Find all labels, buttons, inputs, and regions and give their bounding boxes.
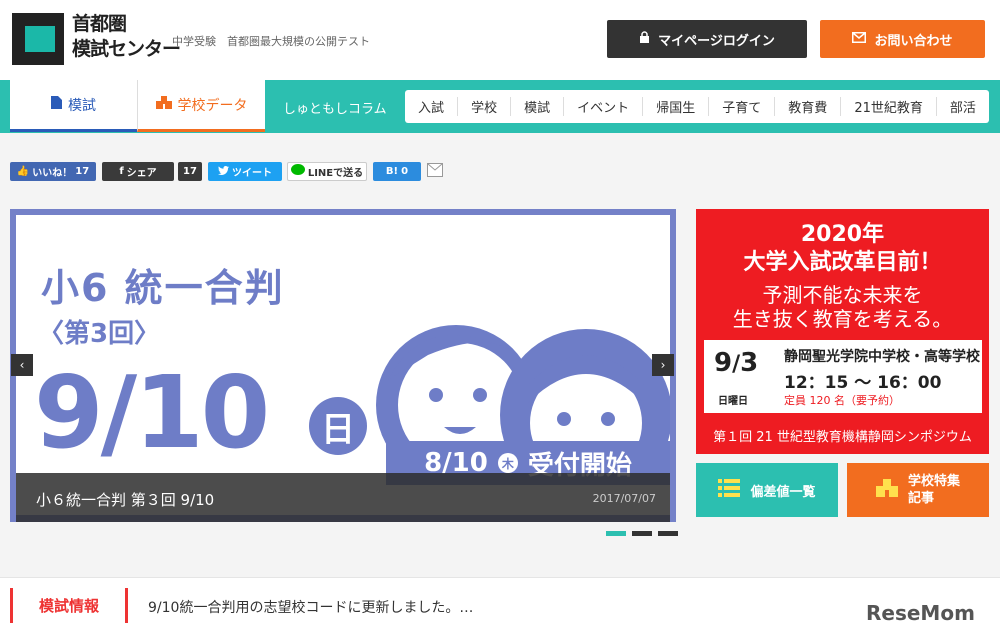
slide-caption-bar[interactable]: 小６統一合判 第３回 9/10 2017/07/07 xyxy=(16,473,670,522)
ad-sub-line-2: 生き抜く教育を考える。 xyxy=(732,307,953,331)
school-icon xyxy=(155,96,172,113)
slide-title: 小6 統一合判 xyxy=(41,266,285,310)
slider-prev-arrow[interactable]: ‹ xyxy=(11,354,33,376)
tab-school-label: 学校データ xyxy=(177,97,248,114)
ad-title-line-2: 大学入試改革目前！ xyxy=(743,250,942,275)
slide-banner[interactable]: 小6 統一合判 〈第3回〉 9/10 日 8/10 木 受付開始 xyxy=(16,215,670,515)
ad-date: 9/3 xyxy=(714,348,759,378)
contact-label: お問い合わせ xyxy=(874,33,953,49)
nav-tabs: 模試 学校データ xyxy=(10,80,265,132)
tab-moshi-label: 模試 xyxy=(68,97,96,114)
slide-subtitle: 〈第3回〉 xyxy=(38,319,161,349)
symposium-ad-banner[interactable]: 2020年 大学入試改革目前！ 予測不能な未来を 生き抜く教育を考える。 9/3… xyxy=(696,209,989,454)
slide-caption-date: 2017/07/07 xyxy=(592,492,656,505)
column-item-gakko[interactable]: 学校 xyxy=(458,97,512,116)
slide-caption: 小６統一合判 第３回 9/10 xyxy=(36,491,215,509)
thumbs-up-icon: 👍 xyxy=(16,166,30,177)
like-label: いいね！ xyxy=(32,168,73,179)
ad-sub-line-1: 予測不能な未来を xyxy=(762,283,923,307)
document-icon xyxy=(51,96,62,113)
slider-dot-1[interactable] xyxy=(606,531,626,536)
column-item-nyushi[interactable]: 入試 xyxy=(405,97,459,116)
resemom-watermark: ReseMom xyxy=(866,601,975,625)
column-nav: 入試 学校 模試 イベント 帰国生 子育て 教育費 21世紀教育 部活 xyxy=(405,90,989,123)
slide-day-badge: 日 xyxy=(309,397,367,455)
ad-info-box: 9/3 日曜日 静岡聖光学院中学校・高等学校 12：15 〜 16：00 定員 … xyxy=(704,340,982,413)
column-item-kosodate[interactable]: 子育て xyxy=(709,97,776,116)
column-item-moshi[interactable]: 模試 xyxy=(511,97,565,116)
share-count: 17 xyxy=(178,162,202,181)
lock-icon xyxy=(639,31,650,47)
column-item-kyoikuhi[interactable]: 教育費 xyxy=(775,97,842,116)
school-feature-label: 学校特集 記事 xyxy=(908,473,960,507)
logo-text[interactable]: 首都圏 模試センター xyxy=(72,12,181,62)
school-feature-line-2: 記事 xyxy=(907,491,934,506)
twitter-bird-icon xyxy=(218,165,229,178)
slider-dot-2[interactable] xyxy=(632,531,652,536)
facebook-like-button[interactable]: 👍 いいね！ 17 xyxy=(10,162,96,181)
tagline: 中学受験 首都圏最大規模の公開テスト xyxy=(172,35,370,48)
ad-footer: 第１回 21 世紀型教育機構静岡シンポジウム xyxy=(713,430,972,445)
logo-line-1: 首都圏 xyxy=(72,13,127,35)
column-item-kikokusei[interactable]: 帰国生 xyxy=(643,97,710,116)
share-label: シェア xyxy=(126,168,157,179)
ad-weekday: 日曜日 xyxy=(718,396,748,407)
mail-share-icon[interactable] xyxy=(427,163,443,177)
mypage-login-button[interactable]: マイページログイン xyxy=(607,20,807,58)
slider-dots xyxy=(606,531,678,536)
logo-mark[interactable] xyxy=(12,13,64,65)
tweet-button[interactable]: ツイート xyxy=(208,162,282,181)
slide-date: 9/10 xyxy=(34,354,270,471)
news-label: 模試情報 xyxy=(10,588,128,623)
list-icon xyxy=(718,479,741,501)
ad-date-day: 3 xyxy=(740,348,759,378)
column-label[interactable]: しゅともしコラム xyxy=(283,98,387,117)
tab-school-data[interactable]: 学校データ xyxy=(137,80,265,132)
line-label: LINEで送る xyxy=(307,168,364,179)
ad-title: 2020年 大学入試改革目前！ xyxy=(696,221,989,277)
tweet-label: ツイート xyxy=(232,168,272,179)
news-bar: 模試情報 9/10統一合判用の志望校コードに更新しました。… xyxy=(0,577,1000,637)
news-link[interactable]: 9/10統一合判用の志望校コードに更新しました。… xyxy=(148,597,473,617)
contact-button[interactable]: お問い合わせ xyxy=(820,20,985,58)
school-feature-line-1: 学校特集 xyxy=(907,474,960,489)
hatena-count: 0 xyxy=(401,166,409,177)
hatena-label: B! xyxy=(385,166,399,177)
ad-time: 12：15 〜 16：00 xyxy=(784,373,942,393)
column-item-21c[interactable]: 21世紀教育 xyxy=(841,97,937,116)
column-item-event[interactable]: イベント xyxy=(564,97,644,116)
building-icon xyxy=(875,478,898,502)
accept-day-badge: 木 xyxy=(497,453,518,473)
ad-school: 静岡聖光学院中学校・高等学校 xyxy=(784,349,980,365)
facebook-icon: f xyxy=(119,166,124,177)
main-nav: 模試 学校データ しゅともしコラム 入試 学校 模試 イベント 帰国生 子育て … xyxy=(0,80,1000,133)
tab-moshi[interactable]: 模試 xyxy=(10,80,137,132)
facebook-share-button[interactable]: f シェア xyxy=(102,162,174,181)
slider-next-arrow[interactable]: › xyxy=(652,354,674,376)
line-icon xyxy=(290,164,305,179)
deviation-list-button[interactable]: 偏差値一覧 xyxy=(696,463,838,517)
ad-subtitle: 予測不能な未来を 生き抜く教育を考える。 xyxy=(696,283,989,331)
mypage-login-label: マイページログイン xyxy=(658,33,775,49)
slider-dot-3[interactable] xyxy=(658,531,678,536)
column-item-bukatsu[interactable]: 部活 xyxy=(937,97,989,116)
hatena-bookmark-button[interactable]: B! 0 xyxy=(373,162,421,181)
deviation-list-label: 偏差値一覧 xyxy=(750,484,816,500)
school-feature-button[interactable]: 学校特集 記事 xyxy=(847,463,989,517)
ad-title-line-1: 2020年 xyxy=(800,222,885,247)
logo-line-2: 模試センター xyxy=(72,38,181,60)
site-header: 首都圏 模試センター 中学受験 首都圏最大規模の公開テスト マイページログイン … xyxy=(0,0,1000,80)
envelope-icon xyxy=(852,31,867,47)
ad-capacity: 定員 120 名（要予約） xyxy=(784,394,900,407)
ad-date-month: 9 xyxy=(714,348,733,378)
hero-slider[interactable]: 小6 統一合判 〈第3回〉 9/10 日 8/10 木 受付開始 小６統一合判 … xyxy=(10,209,676,522)
like-count: 17 xyxy=(75,166,90,177)
line-share-button[interactable]: LINEで送る xyxy=(287,162,367,181)
